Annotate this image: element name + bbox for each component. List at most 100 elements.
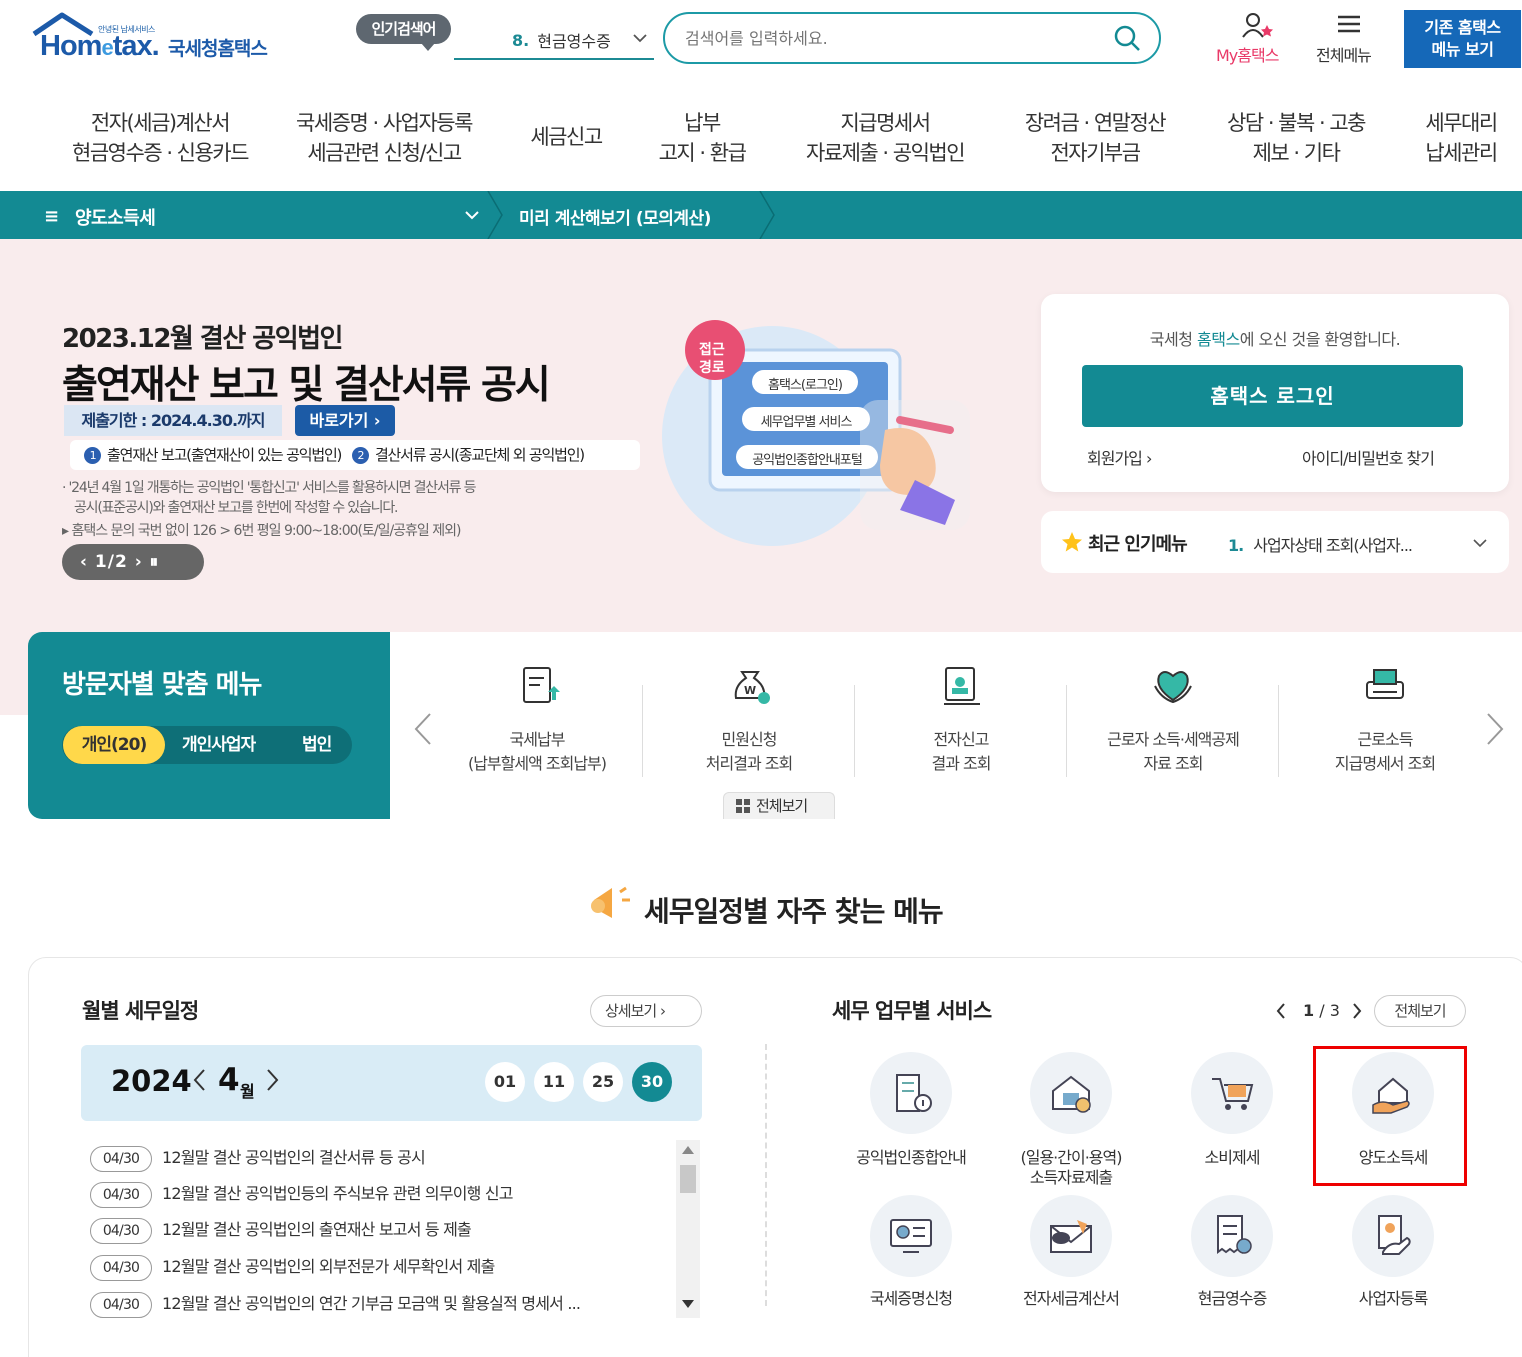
banner-deadline: 제출기한 : 2024.4.30.까지	[64, 405, 282, 436]
chevron-right-icon[interactable]	[266, 1068, 280, 1092]
service-income-data[interactable]: (일용·간이·용역) 소득자료제출	[986, 1148, 1156, 1188]
all-menu-link[interactable]: 전체메뉴	[1316, 42, 1372, 66]
schedule-item[interactable]: 04/30 12월말 결산 공익법인의 외부전문가 세무확인서 제출	[90, 1253, 495, 1281]
calendar-day-selected[interactable]: 30	[632, 1062, 672, 1102]
divider	[1066, 685, 1067, 777]
money-bag-icon: W	[728, 664, 772, 708]
section-title: 세무일정별 자주 찾는 메뉴	[644, 895, 944, 928]
gnb-item-incentive[interactable]: 장려금 · 연말정산 전자기부금	[1010, 108, 1180, 168]
tax-envelope-icon[interactable]	[1030, 1195, 1112, 1277]
service-consumption-tax[interactable]: 소비제세	[1147, 1148, 1317, 1168]
highlight-box	[1313, 1046, 1467, 1186]
hamburger-icon[interactable]	[1337, 14, 1361, 34]
breadcrumb-current[interactable]: 양도소득세	[75, 204, 156, 230]
calendar-year: 2024	[111, 1064, 192, 1098]
calendar-month-suffix: 월	[240, 1082, 255, 1101]
visitor-item-civil-result[interactable]: 민원신청 처리결과 조회	[643, 728, 855, 776]
popular-search-rolling[interactable]: 8. 현금영수증	[454, 22, 654, 60]
divider	[1278, 685, 1279, 777]
banner-phone: ▸ 홈택스 문의 국번 없이 126 > 6번 평일 9:00~18:00(토/…	[62, 523, 461, 539]
chevron-down-icon[interactable]	[632, 30, 648, 46]
gnb-item-consult[interactable]: 상담 · 불복 · 고충 제보 · 기타	[1212, 108, 1380, 168]
chevron-down-icon[interactable]	[1472, 536, 1488, 550]
popular-menu-label: 최근 인기메뉴	[1088, 534, 1188, 555]
visitor-item-tax-payment[interactable]: 국세납부 (납부할세액 조회납부)	[431, 728, 643, 776]
schedule-item[interactable]: 04/30 12월말 결산 공익법인의 연간 기부금 모금액 및 활용실적 명세서…	[90, 1290, 581, 1318]
service-public-corp-guide[interactable]: 공익법인종합안내	[826, 1148, 996, 1168]
calendar-day[interactable]: 11	[534, 1062, 574, 1102]
join-link[interactable]: 회원가입 ›	[1087, 445, 1152, 469]
tab-individual-business[interactable]: 개인사업자	[182, 726, 256, 764]
service-e-tax-invoice[interactable]: 전자세금계산서	[986, 1289, 1156, 1309]
ill-step-1: 홈택스(로그인)	[768, 378, 843, 393]
service-certificate-request[interactable]: 국세증명신청	[826, 1289, 996, 1309]
login-button[interactable]: 홈택스 로그인	[1082, 365, 1463, 427]
document-hand-icon[interactable]	[1352, 1195, 1434, 1277]
monthly-schedule-title: 월별 세무일정	[82, 999, 199, 1023]
grid-icon	[736, 799, 750, 813]
certificate-monitor-icon[interactable]	[870, 1195, 952, 1277]
menu-icon[interactable]: ≡	[44, 206, 59, 227]
building-info-icon[interactable]	[870, 1052, 952, 1134]
house-money-icon[interactable]	[1030, 1052, 1112, 1134]
gnb-item-payment[interactable]: 납부 고지 · 환급	[640, 108, 764, 168]
service-cash-receipt[interactable]: 현금영수증	[1147, 1289, 1317, 1309]
visitor-item-statement[interactable]: 근로소득 지급명세서 조회	[1279, 728, 1491, 776]
banner-pager[interactable]: ‹ 1/2 › ⏸	[62, 544, 204, 580]
chevron-right-icon[interactable]	[1352, 1002, 1362, 1020]
tab-individual[interactable]: 개인(20)	[63, 726, 165, 764]
search-input[interactable]	[685, 28, 1085, 48]
banner-go-button[interactable]: 바로가기 ›	[295, 405, 395, 436]
schedule-item[interactable]: 04/30 12월말 결산 공익법인의 출연재산 보고서 등 제출	[90, 1216, 472, 1244]
gnb-item-agent[interactable]: 세무대리 납세관리	[1406, 108, 1516, 168]
services-title: 세무 업무별 서비스	[832, 999, 992, 1023]
chevron-left-icon[interactable]	[1276, 1002, 1286, 1020]
heart-hands-icon	[1151, 664, 1195, 708]
calendar-day[interactable]: 01	[485, 1062, 525, 1102]
popular-rank: 8.	[512, 30, 530, 50]
scrollbar-thumb[interactable]	[680, 1165, 696, 1193]
welcome-text: 국세청 홈택스에 오신 것을 환영합니다.	[1149, 330, 1401, 349]
visitor-item-efiling-result[interactable]: 전자신고 결과 조회	[855, 728, 1067, 776]
schedule-item[interactable]: 04/30 12월말 결산 공익법인등의 주식보유 관련 의무이행 신고	[90, 1180, 514, 1208]
gnb-item-certificate[interactable]: 국세증명 · 사업자등록 세금관련 신청/신고	[280, 108, 488, 168]
ill-step-2: 세무업무별 서비스	[760, 415, 853, 430]
gnb-item-einvoice[interactable]: 전자(세금)계산서 현금영수증 · 신용카드	[50, 108, 270, 168]
printer-doc-icon	[1363, 664, 1407, 708]
search-box	[663, 12, 1161, 64]
service-business-registration[interactable]: 사업자등록	[1308, 1289, 1478, 1309]
schedule-item[interactable]: 04/30 12월말 결산 공익법인의 결산서류 등 공시	[90, 1144, 426, 1172]
schedule-detail-button[interactable]: 상세보기 ›	[590, 995, 702, 1027]
star-icon	[1060, 530, 1084, 554]
breadcrumb-simulation[interactable]: 미리 계산해보기 (모의계산)	[519, 204, 711, 229]
divider	[642, 685, 643, 777]
old-menu-button[interactable]: 기존 홈택스 메뉴 보기	[1404, 10, 1521, 68]
banner-illustration	[660, 290, 980, 580]
receipt-coin-icon[interactable]	[1191, 1195, 1273, 1277]
services-view-all-button[interactable]: 전체보기	[1374, 995, 1466, 1027]
logo-korean: 국세청홈택스	[168, 38, 268, 60]
scroll-up-icon[interactable]	[682, 1146, 694, 1154]
services-pager: 1 / 3	[1303, 1001, 1340, 1020]
breadcrumb-separator	[486, 191, 506, 239]
visitor-item-deduction[interactable]: 근로자 소득·세액공제 자료 조회	[1067, 728, 1279, 776]
search-icon[interactable]	[1113, 24, 1141, 52]
tab-corporation[interactable]: 법인	[302, 726, 332, 764]
find-id-password-link[interactable]: 아이디/비밀번호 찾기	[1302, 445, 1435, 469]
gnb-item-tax-report[interactable]: 세금신고	[512, 122, 620, 152]
visitor-view-all-button[interactable]: 전체보기	[723, 792, 835, 819]
calendar-day[interactable]: 25	[583, 1062, 623, 1102]
my-hometax-link[interactable]: My홈택스	[1216, 42, 1279, 66]
user-icon[interactable]	[1241, 11, 1275, 39]
cart-icon[interactable]	[1191, 1052, 1273, 1134]
banner-title: 출연재산 보고 및 결산서류 공시	[62, 363, 551, 408]
access-path-badge: 접근 경로	[699, 342, 725, 376]
scroll-down-icon[interactable]	[682, 1300, 694, 1308]
chevron-left-icon[interactable]	[192, 1068, 206, 1092]
e-filing-icon	[940, 664, 984, 708]
svg-text:W: W	[744, 684, 756, 697]
gnb-item-statement[interactable]: 지급명세서 자료제출 · 공익법인	[790, 108, 980, 168]
popular-menu-item[interactable]: 1. 사업자상태 조회(사업자...	[1228, 532, 1413, 556]
chevron-down-icon[interactable]	[464, 208, 480, 222]
banner-points: 1 출연재산 보고(출연재산이 있는 공익법인) 2 결산서류 공시(종교단체 외 …	[70, 440, 640, 470]
